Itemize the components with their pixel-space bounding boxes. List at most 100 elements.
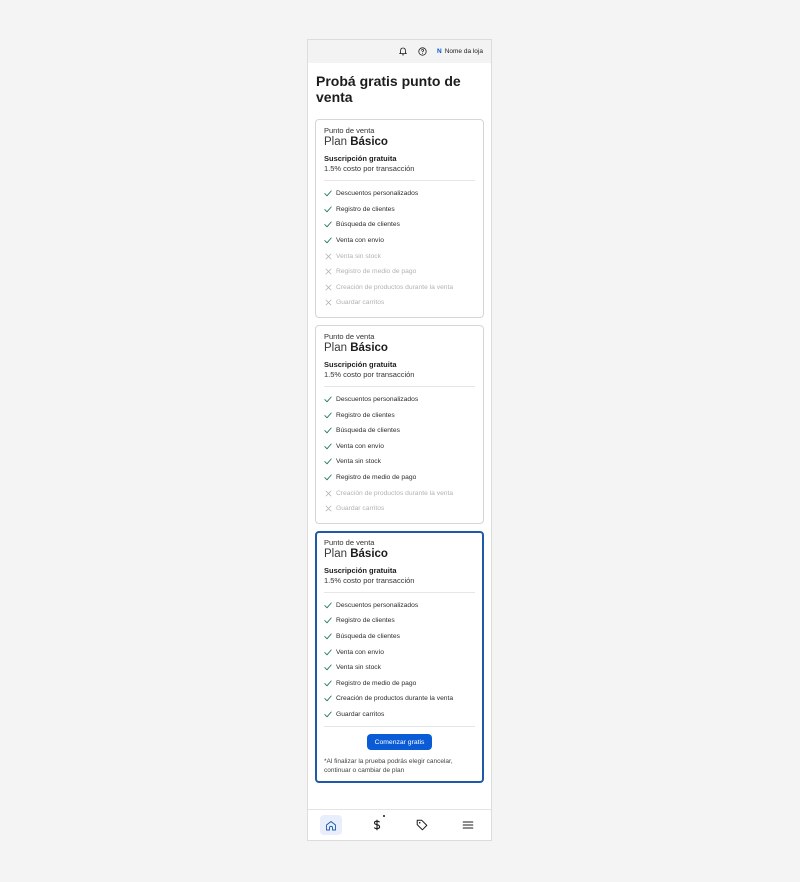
feature-label: Venta con envío — [336, 442, 384, 450]
bell-icon[interactable] — [399, 47, 408, 56]
feature-label: Registro de clientes — [336, 617, 395, 625]
check-icon — [324, 458, 332, 466]
plan-prefix: Plan — [324, 547, 348, 560]
divider — [324, 591, 475, 593]
store-selector[interactable]: N Nome da loja — [437, 48, 483, 55]
check-icon — [324, 190, 332, 198]
feature-item: Búsqueda de clientes — [324, 629, 475, 645]
feature-item: Descuentos personalizados — [324, 392, 475, 408]
feature-item: Registro de clientes — [324, 202, 475, 218]
feature-label: Creación de productos durante la venta — [336, 489, 454, 497]
subscription-label: Suscripción gratuita — [324, 565, 397, 575]
plan-title: Plan Básico — [324, 136, 475, 149]
feature-list: Descuentos personalizados Registro de cli… — [324, 186, 475, 311]
plan-category: Punto de venta — [324, 537, 375, 547]
feature-list: Descuentos personalizados Registro de cli… — [324, 598, 475, 723]
feature-item: Registro de medio de pago — [324, 470, 475, 486]
plan-card[interactable]: Punto de venta Plan Básico Suscripción gra… — [315, 324, 484, 524]
feature-label: Registro de clientes — [336, 205, 395, 213]
transaction-cost: 1.5% costo por transacción — [324, 575, 415, 585]
feature-label: Venta sin stock — [336, 252, 381, 260]
feature-label: Registro de medio de pago — [336, 268, 417, 276]
store-initial: N — [436, 48, 442, 55]
check-icon — [324, 442, 332, 450]
feature-item: Búsqueda de clientes — [324, 217, 475, 233]
start-free-button[interactable]: Comenzar gratis — [366, 734, 433, 751]
check-icon — [324, 601, 332, 609]
check-icon — [324, 205, 332, 213]
feature-item: Descuentos personalizados — [324, 598, 475, 614]
plan-prefix: Plan — [324, 136, 348, 148]
plan-category: Punto de venta — [324, 331, 375, 341]
menu-icon — [462, 821, 474, 829]
feature-item: Registro de clientes — [324, 613, 475, 629]
notification-dot — [382, 815, 385, 817]
feature-item: Venta con envío — [324, 233, 475, 249]
feature-label: Guardar carritos — [336, 505, 385, 513]
cross-icon — [324, 283, 332, 291]
check-icon — [324, 617, 332, 625]
trial-note: *Al finalizar la prueba podrás elegir ca… — [324, 758, 453, 775]
plan-title: Plan Básico — [324, 342, 475, 355]
tag-icon — [417, 819, 428, 831]
subscription-label: Suscripción gratuita — [324, 359, 397, 369]
plan-card[interactable]: Punto de venta Plan Básico Suscripción gra… — [315, 119, 484, 318]
feature-item: Registro de medio de pago — [324, 264, 475, 280]
feature-label: Descuentos personalizados — [336, 601, 419, 609]
feature-label: Registro de medio de pago — [336, 474, 417, 482]
feature-item: Búsqueda de clientes — [324, 423, 475, 439]
check-icon — [324, 411, 332, 419]
top-bar: N Nome da loja — [308, 40, 491, 63]
feature-label: Descuentos personalizados — [336, 190, 419, 198]
nav-home[interactable] — [319, 815, 342, 835]
cross-icon — [324, 505, 332, 513]
home-icon — [325, 820, 336, 830]
check-icon — [324, 695, 332, 703]
check-icon — [324, 474, 332, 482]
feature-item: Venta sin stock — [324, 454, 475, 470]
check-icon — [324, 632, 332, 640]
check-icon — [324, 664, 332, 672]
check-icon — [324, 237, 332, 245]
feature-item: Guardar carritos — [324, 501, 475, 517]
feature-label: Creación de productos durante la venta — [336, 695, 454, 703]
plan-name: Básico — [350, 136, 388, 148]
feature-label: Búsqueda de clientes — [336, 427, 400, 435]
feature-label: Guardar carritos — [336, 710, 385, 718]
feature-item: Registro de clientes — [324, 407, 475, 423]
help-icon[interactable] — [418, 47, 427, 56]
feature-item: Creación de productos durante la venta — [324, 280, 475, 296]
feature-item: Creación de productos durante la venta — [324, 485, 475, 501]
page-title: Probá gratis punto de venta — [316, 73, 461, 105]
bottom-nav — [308, 809, 491, 840]
app-frame: N Nome da loja Probá gratis punto de ven… — [307, 39, 492, 841]
divider — [324, 385, 475, 387]
transaction-cost: 1.5% costo por transacción — [324, 164, 415, 173]
plan-title: Plan Básico — [324, 548, 475, 561]
divider — [324, 180, 475, 181]
nav-products[interactable] — [411, 815, 433, 835]
cross-icon — [324, 252, 332, 260]
divider — [324, 726, 475, 728]
plan-prefix: Plan — [324, 341, 348, 354]
feature-list: Descuentos personalizados Registro de cli… — [324, 392, 475, 517]
feature-label: Venta sin stock — [336, 458, 381, 466]
feature-label: Venta con envío — [336, 237, 384, 245]
feature-item: Descuentos personalizados — [324, 186, 475, 202]
feature-label: Búsqueda de clientes — [336, 221, 400, 229]
nav-payments[interactable] — [366, 815, 388, 835]
cross-icon — [324, 299, 332, 307]
check-icon — [324, 679, 332, 687]
feature-label: Venta con envío — [336, 648, 384, 656]
feature-item: Venta sin stock — [324, 248, 475, 264]
feature-label: Venta sin stock — [336, 664, 381, 672]
dollar-icon — [373, 819, 380, 831]
feature-label: Registro de medio de pago — [336, 679, 417, 687]
nav-menu[interactable] — [457, 815, 479, 835]
plan-card: Punto de venta Plan Básico Suscripción gra… — [315, 530, 484, 784]
feature-label: Búsqueda de clientes — [336, 632, 400, 640]
feature-item: Creación de productos durante la venta — [324, 691, 475, 707]
feature-item: Registro de medio de pago — [324, 675, 475, 691]
check-icon — [324, 221, 332, 229]
feature-item: Venta sin stock — [324, 660, 475, 676]
